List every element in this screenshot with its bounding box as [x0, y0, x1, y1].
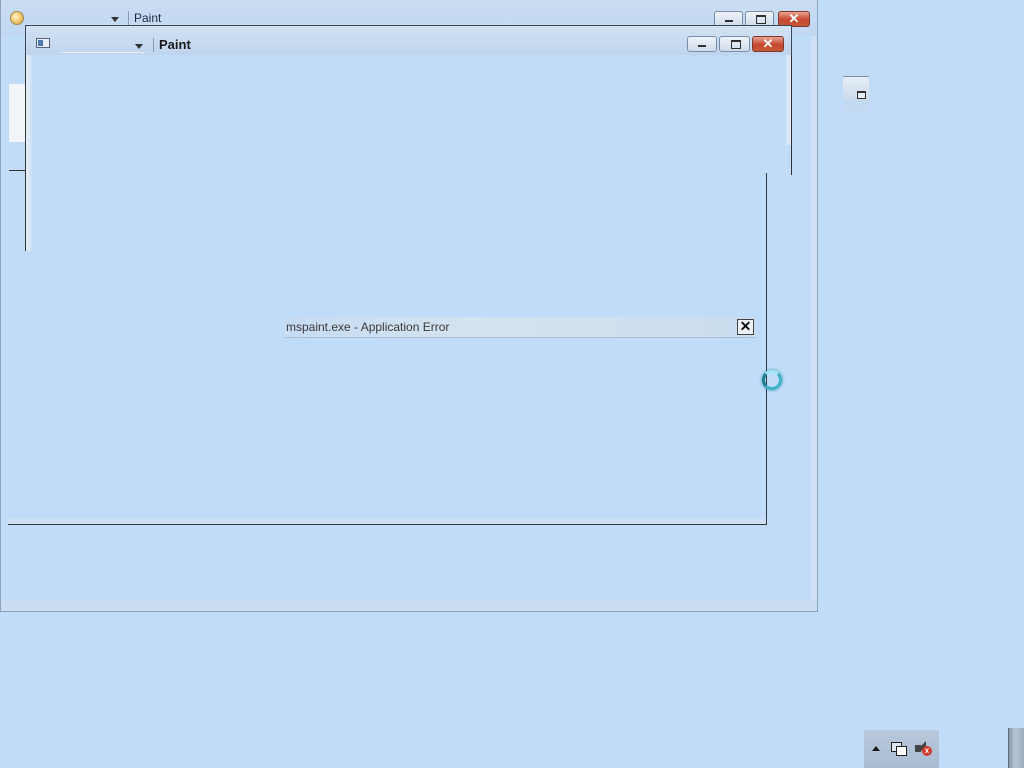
title-separator: [128, 11, 129, 25]
quick-access-toolbar[interactable]: [35, 11, 123, 26]
inner-maximize-button[interactable]: [719, 36, 750, 52]
volume-muted-icon[interactable]: x: [915, 741, 933, 757]
outer-window-right-border: [811, 36, 817, 602]
outer-window-title: Paint: [134, 11, 162, 25]
minimized-window-fragment[interactable]: [843, 76, 869, 100]
inner-window-title: Paint: [159, 37, 191, 52]
network-icon[interactable]: [891, 742, 907, 756]
quick-access-toolbar[interactable]: [61, 38, 145, 53]
chevron-down-icon[interactable]: [111, 17, 119, 22]
notification-area: x: [864, 730, 939, 768]
title-separator: [153, 38, 154, 52]
chevron-down-icon[interactable]: [135, 44, 143, 49]
maximize-icon: [755, 15, 766, 24]
outer-window-bottom-border: [1, 600, 817, 611]
mute-badge: x: [922, 746, 932, 756]
error-dialog-close-button[interactable]: ✕: [737, 319, 754, 335]
error-dialog-title: mspaint.exe - Application Error: [286, 320, 450, 334]
network-monitor-front: [896, 746, 907, 756]
restore-icon[interactable]: [857, 91, 866, 99]
inner-title-bar[interactable]: Paint ✕: [25, 25, 792, 55]
close-icon: ✕: [762, 36, 774, 51]
fragment-shadow: [843, 100, 869, 124]
paint-app-icon[interactable]: [10, 11, 24, 25]
inner-close-button[interactable]: ✕: [752, 36, 784, 52]
maximize-icon: [730, 40, 741, 49]
paint-window-foreground: Paint ✕: [25, 25, 792, 251]
minimize-icon: [698, 45, 706, 47]
minimize-icon: [724, 20, 733, 22]
error-dialog-title-bar[interactable]: mspaint.exe - Application Error ✕: [284, 317, 756, 338]
window-outline-bottom: [8, 524, 767, 525]
system-menu-icon[interactable]: [36, 38, 50, 48]
inner-minimize-button[interactable]: [687, 36, 717, 52]
show-hidden-icons-chevron-icon[interactable]: [872, 746, 880, 751]
show-desktop-button[interactable]: [1008, 728, 1024, 768]
busy-spinner-icon: [762, 370, 782, 390]
